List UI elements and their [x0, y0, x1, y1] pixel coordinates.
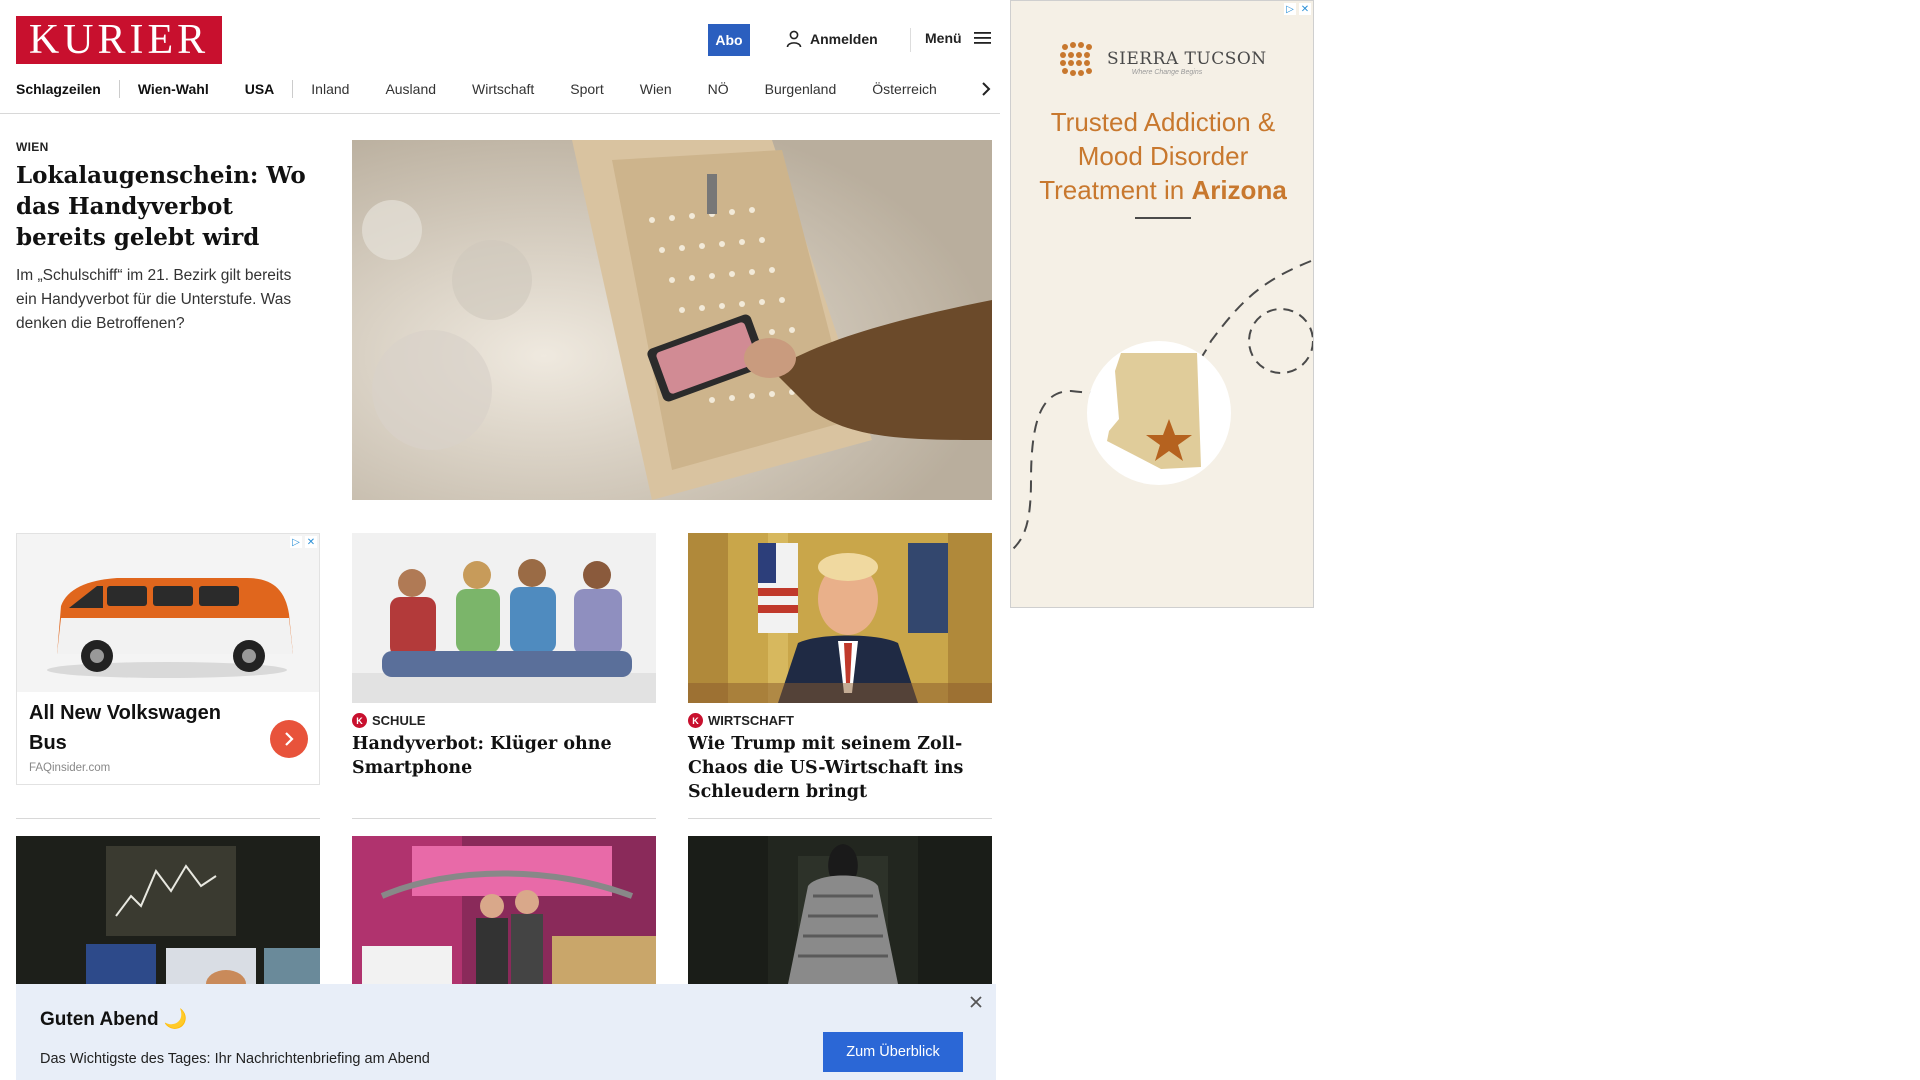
chevron-right-icon [285, 732, 294, 746]
ad-headline-line-3: Treatment in Arizona [1011, 173, 1313, 207]
user-icon [786, 30, 802, 48]
card-wirtschaft-image[interactable] [688, 533, 992, 703]
ad-headline-line-1: Trusted Addiction & [1050, 107, 1276, 137]
card-wirtschaft-kicker-label: WIRTSCHAFT [708, 713, 794, 728]
ad-choices[interactable]: ▷ ✕ [290, 536, 317, 548]
lead-image[interactable] [352, 140, 992, 500]
ad-brand-name: SIERRA TUCSON [1107, 49, 1267, 69]
section-nav: Schlagzeilen Wien-Wahl USA Inland Auslan… [16, 78, 996, 100]
arizona-map-graphic [1011, 260, 1313, 552]
card-wirtschaft-kicker[interactable]: K WIRTSCHAFT [688, 713, 794, 728]
nav-item-usa[interactable]: USA [227, 81, 293, 97]
adchoices-icon[interactable]: ▷ [1284, 3, 1296, 15]
lead-kicker[interactable]: WIEN [16, 140, 49, 154]
ad-brand: SIERRA TUCSON Where Change Begins [1057, 39, 1267, 79]
row-divider [688, 818, 992, 819]
hamburger-icon [973, 32, 991, 44]
menu-button[interactable]: Menü [925, 30, 991, 46]
login-label: Anmelden [810, 31, 878, 47]
adchoices-icon[interactable]: ▷ [290, 536, 302, 548]
nav-item-inland[interactable]: Inland [293, 81, 367, 97]
ad-headline[interactable]: Trusted Addiction & Mood Disorder Treatm… [1011, 105, 1313, 207]
lead-teaser[interactable]: Im „Schulschiff“ im 21. Bezirk gilt bere… [16, 264, 316, 336]
abo-button[interactable]: Abo [708, 24, 750, 56]
menu-divider [910, 28, 911, 52]
nav-item-burgenland[interactable]: Burgenland [747, 81, 855, 97]
card-fashion-image[interactable] [688, 836, 992, 984]
nav-item-sport[interactable]: Sport [552, 81, 621, 97]
banner-subtitle: Das Wichtigste des Tages: Ihr Nachrichte… [40, 1051, 430, 1067]
ad-divider [1135, 217, 1191, 219]
ad-brand-tagline: Where Change Begins [1131, 69, 1203, 76]
nav-item-wien-wahl[interactable]: Wien-Wahl [120, 81, 227, 97]
card-event-image[interactable] [352, 836, 656, 984]
ad-headline-arizona: Arizona [1191, 175, 1287, 205]
lead-headline[interactable]: Lokalaugenschein: Wo das Handyverbot ber… [16, 160, 316, 253]
main-column: KURIER Abo Anmelden Menü Schlagzeilen Wi… [0, 0, 1000, 1080]
card-schule-headline[interactable]: Handyverbot: Klüger ohne Smartphone [352, 732, 657, 780]
nav-item-wien[interactable]: Wien [622, 81, 690, 97]
ad-vw-arrow-button[interactable] [270, 720, 308, 758]
banner-close-icon[interactable] [968, 994, 984, 1010]
kurier-plus-icon: K [352, 713, 367, 728]
kurier-plus-icon: K [688, 713, 703, 728]
row-divider [16, 818, 320, 819]
ad-sierra-tucson[interactable]: ▷ ✕ SIERRA TUCSON Where Change Begins Tr… [1010, 0, 1314, 608]
banner-greeting: Guten Abend 🌙 [40, 1009, 188, 1030]
nav-item-wirtschaft[interactable]: Wirtschaft [454, 81, 552, 97]
zum-ueberblick-button[interactable]: Zum Überblick [823, 1032, 963, 1072]
nav-item-ausland[interactable]: Ausland [367, 81, 454, 97]
nav-item-schlagzeilen[interactable]: Schlagzeilen [16, 81, 119, 97]
ad-headline-line-2: Mood Disorder [1077, 141, 1249, 171]
ad-volkswagen[interactable]: ▷ ✕ All New Volkswagen Bus FAQinsider.co… [16, 533, 320, 785]
ad-choices[interactable]: ▷ ✕ [1284, 3, 1311, 15]
nav-item-noe[interactable]: NÖ [690, 81, 747, 97]
card-wirtschaft-headline[interactable]: Wie Trump mit seinem Zoll-Chaos die US-W… [688, 732, 993, 804]
kurier-logo[interactable]: KURIER [16, 16, 222, 64]
card-schule-kicker[interactable]: K SCHULE [352, 713, 425, 728]
ad-vw-title[interactable]: All New Volkswagen Bus [29, 698, 259, 758]
ad-close-icon[interactable]: ✕ [305, 536, 317, 548]
evening-briefing-banner: Guten Abend 🌙 Das Wichtigste des Tages: … [16, 984, 996, 1080]
menu-label: Menü [925, 30, 962, 46]
ad-vw-source: FAQinsider.com [29, 762, 111, 774]
ad-close-icon[interactable]: ✕ [1299, 3, 1311, 15]
login-link[interactable]: Anmelden [786, 30, 878, 48]
nav-item-oesterreich[interactable]: Österreich [854, 81, 955, 97]
card-boerse-image[interactable] [16, 836, 320, 984]
row-divider [352, 818, 656, 819]
card-schule-image[interactable] [352, 533, 656, 703]
logo-text: KURIER [28, 17, 210, 63]
card-schule-kicker-label: SCHULE [372, 713, 426, 728]
header-divider [0, 113, 1000, 114]
nav-scroll-right-icon[interactable] [976, 78, 996, 100]
ad-headline-prefix: Treatment in [1039, 175, 1192, 205]
ad-vw-image[interactable] [17, 534, 319, 692]
